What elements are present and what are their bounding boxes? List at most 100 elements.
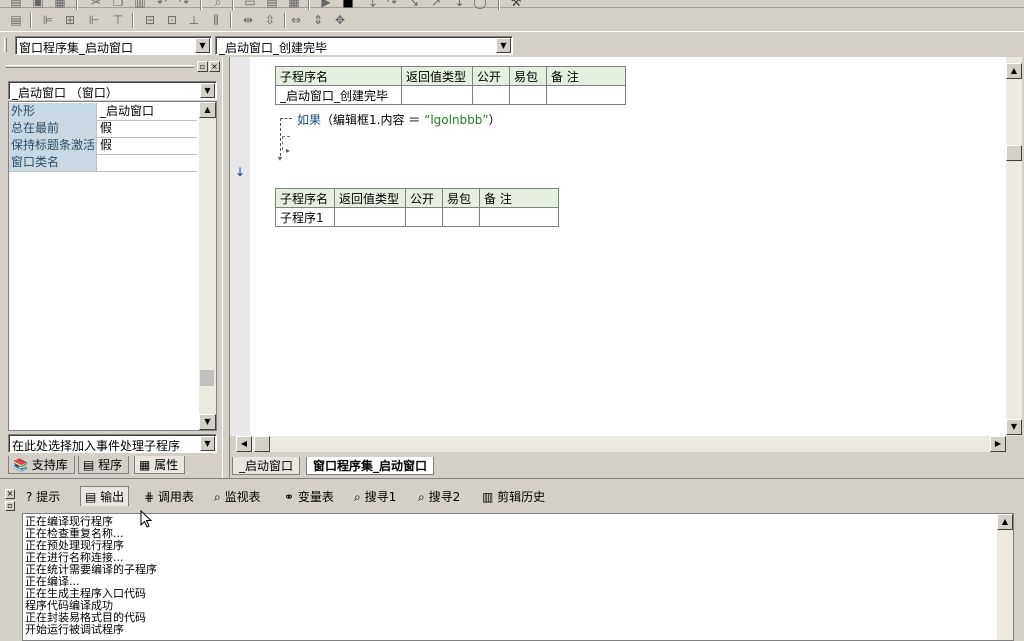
property-key: 窗口类名: [9, 154, 97, 171]
property-row[interactable]: 总在最前 假: [9, 120, 197, 138]
restore-icon[interactable]: ▫: [197, 61, 208, 72]
step-over-icon[interactable]: ↷: [384, 0, 400, 9]
same-width-icon[interactable]: ⊟: [142, 13, 158, 27]
scroll-up-icon[interactable]: ▲: [199, 102, 216, 118]
redo-icon[interactable]: ↷: [176, 0, 192, 9]
step-into-icon[interactable]: ↘: [406, 0, 422, 9]
distribute-horiz-icon[interactable]: ⇹: [240, 13, 256, 27]
new-file-icon[interactable]: ▤: [8, 0, 24, 9]
step-out-icon[interactable]: ↗: [428, 0, 444, 9]
vertical-splitter[interactable]: [222, 57, 230, 478]
tools-icon[interactable]: ⚒: [508, 0, 524, 9]
scroll-up-icon[interactable]: ▲: [1006, 63, 1022, 79]
breakpoint-icon[interactable]: ◯: [472, 0, 488, 9]
property-row[interactable]: 保持标题条激活 假: [9, 137, 197, 155]
cursor-run-icon[interactable]: ↴: [450, 0, 466, 9]
tab-watch[interactable]: ⌕ 监视表: [210, 487, 265, 507]
tab-search2[interactable]: ⌕ 搜寻2: [414, 487, 464, 507]
editor-vscroll[interactable]: ▲ ▼: [1006, 57, 1022, 436]
tab-clip-history[interactable]: ▥ 剪辑历史: [478, 487, 549, 507]
undo-icon[interactable]: ↶: [154, 0, 170, 9]
table-cell[interactable]: _启动窗口_创建完毕: [275, 85, 402, 105]
table-cell[interactable]: [479, 207, 559, 227]
cut-icon[interactable]: ✂: [88, 0, 104, 9]
copy-icon[interactable]: ❐: [110, 0, 126, 9]
object-combo[interactable]: _启动窗口 （窗口） ▼: [8, 81, 217, 100]
tab-startup-window[interactable]: _启动窗口: [232, 457, 301, 475]
center-both-icon[interactable]: ✥: [332, 13, 348, 27]
space-horiz-icon[interactable]: ⫼: [208, 13, 224, 27]
output-log[interactable]: 正在编译现行程序 正在检查重复名称... 正在预处理现行程序 正在进行名称连接.…: [22, 513, 1014, 641]
method-combo[interactable]: _启动窗口_创建完毕 ▼: [215, 36, 513, 55]
code-editor[interactable]: 子程序名 返回值类型 公开 易包 备 注 _启动窗口_创建完毕 ▸ ▾ 如果（编…: [250, 57, 1006, 436]
property-row[interactable]: 外形 _启动窗口: [9, 103, 197, 121]
close-icon[interactable]: ×: [5, 489, 15, 499]
property-scrollbar[interactable]: ▲ ▼: [199, 102, 216, 430]
tab-search1[interactable]: ⌕ 搜寻1: [350, 487, 400, 507]
property-value[interactable]: _启动窗口: [98, 103, 154, 120]
chevron-down-icon[interactable]: ▼: [200, 436, 215, 451]
tab-program[interactable]: ▤ 程序: [78, 456, 130, 474]
grid-icon[interactable]: ▦: [286, 0, 302, 9]
table-cell[interactable]: [442, 207, 480, 227]
open-file-icon[interactable]: ▣: [30, 0, 46, 9]
close-icon[interactable]: ×: [209, 61, 220, 72]
scroll-down-icon[interactable]: ▼: [1006, 419, 1022, 435]
align-top-icon[interactable]: ⊤: [110, 13, 126, 27]
window-icon[interactable]: ▭: [242, 0, 258, 9]
tab-output[interactable]: ▤ 输出: [80, 486, 130, 506]
layout-icon[interactable]: ▤: [264, 0, 280, 9]
editor-hscroll[interactable]: ◀ ▶: [236, 436, 1006, 452]
chevron-down-icon[interactable]: ▼: [195, 38, 210, 53]
form-icon[interactable]: ▤: [8, 13, 24, 27]
same-height-icon[interactable]: ⊡: [164, 13, 180, 27]
tab-window-set[interactable]: 窗口程序集_启动窗口: [306, 457, 435, 475]
code-line[interactable]: 如果（编辑框1.内容 ＝ “lgolnbbb”）: [297, 111, 501, 128]
property-value[interactable]: 假: [98, 137, 112, 154]
distribute-vert-icon[interactable]: ⇳: [262, 13, 278, 27]
property-value[interactable]: [98, 154, 100, 171]
scroll-right-icon[interactable]: ▶: [990, 436, 1006, 452]
table-cell[interactable]: 子程序1: [275, 207, 335, 227]
table-cell[interactable]: [334, 207, 406, 227]
align-left-icon[interactable]: ⊫: [40, 13, 56, 27]
align-right-icon[interactable]: ⊩: [86, 13, 102, 27]
align-bottom-icon[interactable]: ⊥: [186, 13, 202, 27]
align-center-icon[interactable]: ⊞: [62, 13, 78, 27]
tab-support-lib[interactable]: 📚 支持库: [8, 456, 75, 474]
run-icon[interactable]: ▶: [318, 0, 334, 9]
center-horiz-icon[interactable]: ⇔: [288, 13, 304, 27]
table-cell[interactable]: [405, 207, 443, 227]
tab-call-table[interactable]: ⋕ 调用表: [140, 487, 198, 507]
chevron-down-icon[interactable]: ▼: [496, 38, 511, 53]
property-row[interactable]: 窗口类名: [9, 154, 197, 172]
find-icon[interactable]: ⌕: [210, 0, 226, 9]
scroll-left-icon[interactable]: ◀: [236, 436, 252, 452]
code-keyword: 如果: [297, 113, 322, 127]
scroll-up-icon[interactable]: ▲: [997, 514, 1013, 530]
table-cell[interactable]: [546, 85, 626, 105]
selector-bar: 窗口程序集_启动窗口 ▼ _启动窗口_创建完毕 ▼: [0, 33, 1024, 57]
scroll-down-icon[interactable]: ▼: [199, 414, 216, 430]
table-cell[interactable]: [509, 85, 547, 105]
tab-hint[interactable]: ? 提示: [22, 487, 64, 507]
step-icon[interactable]: ⤵: [362, 0, 378, 9]
chevron-down-icon[interactable]: ▼: [200, 83, 215, 98]
center-vert-icon[interactable]: ⇕: [310, 13, 326, 27]
stop-icon[interactable]: ■: [340, 0, 356, 9]
event-combo[interactable]: 在此处选择加入事件处理子程序 ▼: [8, 434, 217, 453]
tab-properties[interactable]: ▦ 属性: [134, 456, 186, 474]
tab-label: 剪辑历史: [497, 490, 546, 504]
scroll-thumb[interactable]: [254, 436, 270, 452]
table-cell[interactable]: [472, 85, 510, 105]
set-combo[interactable]: 窗口程序集_启动窗口 ▼: [15, 36, 212, 55]
tab-variables[interactable]: ⚭ 变量表: [280, 487, 338, 507]
table-cell[interactable]: [401, 85, 473, 105]
output-vscroll[interactable]: ▲: [997, 514, 1013, 640]
save-icon[interactable]: ▦: [52, 0, 68, 9]
restore-icon[interactable]: ▫: [5, 501, 15, 511]
property-value[interactable]: 假: [98, 120, 112, 137]
scroll-thumb[interactable]: [1006, 145, 1022, 161]
paste-icon[interactable]: ▥: [132, 0, 148, 9]
scroll-thumb[interactable]: [200, 370, 214, 386]
